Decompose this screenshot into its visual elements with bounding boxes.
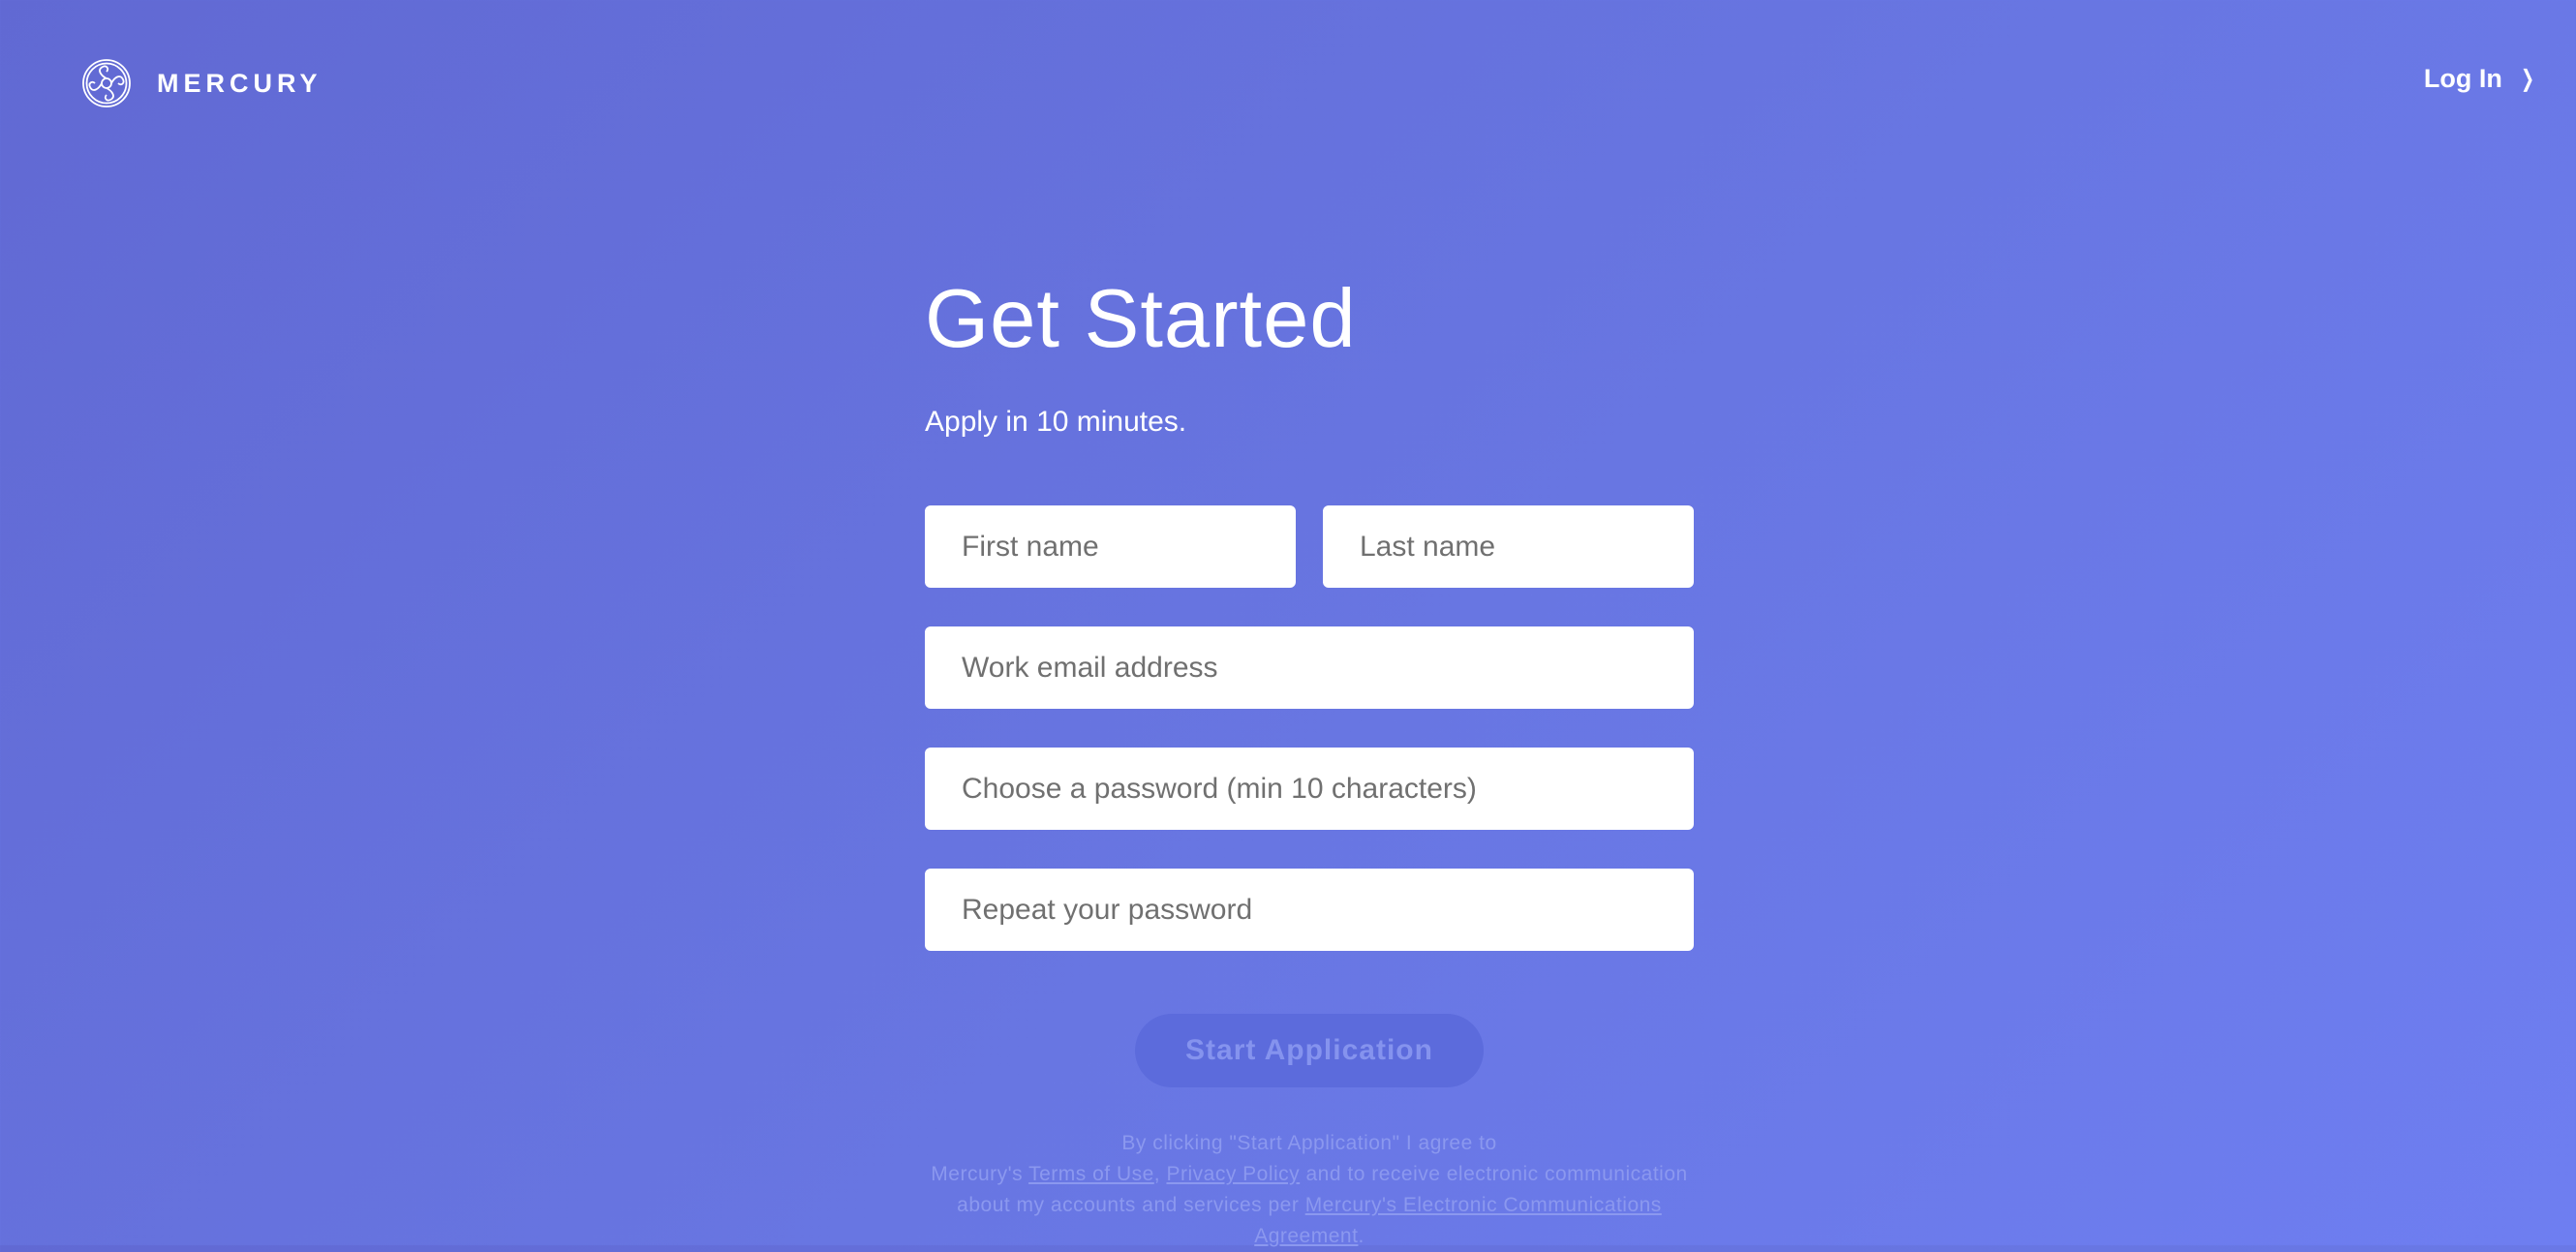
repeat-password-input[interactable] (925, 869, 1694, 951)
page-subtitle: Apply in 10 minutes. (925, 406, 1187, 438)
privacy-policy-link[interactable]: Privacy Policy (1166, 1163, 1300, 1185)
legal-prefix: Mercury's (931, 1163, 1029, 1185)
legal-comma: , (1153, 1163, 1167, 1185)
brand-name: MERCURY (157, 68, 322, 98)
last-name-input[interactable] (1323, 505, 1694, 588)
first-name-input[interactable] (925, 505, 1296, 588)
email-input[interactable] (925, 626, 1694, 709)
legal-line1: By clicking "Start Application" I agree … (1121, 1132, 1497, 1154)
name-row (925, 505, 1694, 588)
legal-disclaimer: By clicking "Start Application" I agree … (925, 1128, 1694, 1252)
page-title: Get Started (925, 273, 1357, 365)
legal-end: . (1358, 1225, 1365, 1247)
login-label: Log In (2423, 64, 2502, 93)
terms-of-use-link[interactable]: Terms of Use (1028, 1163, 1154, 1185)
password-input[interactable] (925, 748, 1694, 830)
login-link[interactable]: Log In ❯ (2424, 64, 2537, 94)
signup-form: Get Started Apply in 10 minutes. Start A… (925, 271, 1694, 1252)
electronic-communications-agreement-link[interactable]: Mercury's Electronic Communications Agre… (1254, 1194, 1662, 1247)
mercury-logo-icon (82, 59, 131, 107)
start-application-button[interactable]: Start Application (1135, 1014, 1484, 1087)
brand-logo[interactable]: MERCURY (81, 58, 322, 108)
chevron-right-icon: ❯ (2520, 66, 2534, 92)
